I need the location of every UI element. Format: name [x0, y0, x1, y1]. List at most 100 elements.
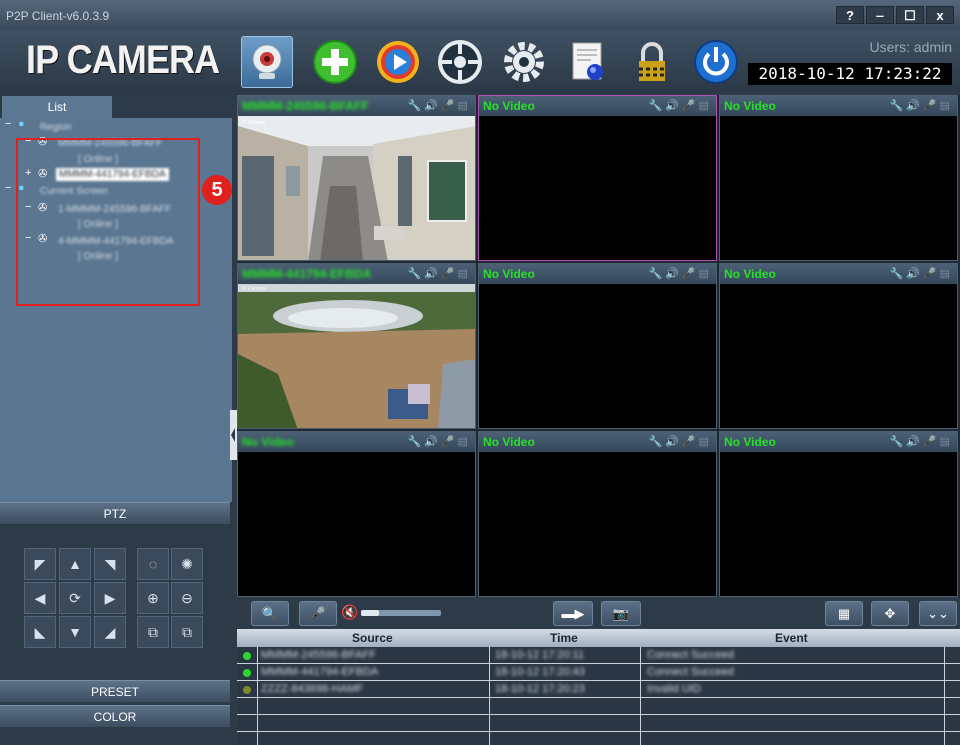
table-row[interactable]: ZZZZ-843698-HAMF 18-10-12 17:20:23 Inval… [237, 682, 960, 698]
app-logo: IP CAMERA [26, 38, 220, 82]
column-event[interactable]: Event [775, 631, 808, 645]
zoom-out-button[interactable]: ⊖ [171, 582, 203, 614]
ptz-up-left-button[interactable]: ◤ [24, 548, 56, 580]
column-source[interactable]: Source [352, 631, 393, 645]
video-cell-label: No Video [483, 99, 535, 113]
video-cell-label: No Video [483, 435, 535, 449]
cell-control-icons[interactable]: 🔧🔊🎤▤ [890, 435, 953, 448]
cell-control-icons[interactable]: 🔧🔊🎤▤ [890, 267, 953, 280]
camera-feed-pond: IP Camera [238, 284, 475, 428]
focus-far-button[interactable]: ⧉ [171, 616, 203, 648]
zoom-button[interactable]: 🔍 [251, 601, 289, 626]
ptz-left-button[interactable]: ◀ [24, 582, 56, 614]
table-row[interactable]: MMMM-245596-BFAFF 18-10-12 17:20:11 Conn… [237, 648, 960, 664]
collapse-icon[interactable]: − [5, 182, 11, 194]
preset-section-header[interactable]: PRESET [0, 680, 230, 702]
ptz-control-button[interactable] [434, 36, 486, 88]
document-icon [572, 42, 603, 80]
video-cell-2[interactable]: No Video 🔧🔊🎤▤ [478, 95, 717, 261]
video-cell-label: MMMM-441794-EFBDA [242, 267, 372, 281]
focus-near-button[interactable]: ⧉ [137, 616, 169, 648]
video-cell-9[interactable]: No Video 🔧🔊🎤▤ [719, 431, 958, 597]
ptz-down-left-button[interactable]: ◣ [24, 616, 56, 648]
globe-icon: ● [18, 118, 25, 130]
help-button[interactable]: ? [836, 6, 864, 24]
color-section-header[interactable]: COLOR [0, 705, 230, 727]
ptz-up-button[interactable]: ▲ [59, 548, 91, 580]
video-cell-label: No Video [724, 267, 776, 281]
log-time: 18-10-12 17:20:11 [495, 649, 585, 661]
video-cell-label: No Video [483, 267, 535, 281]
tree-item-region[interactable]: Region [40, 122, 72, 133]
video-cell-1[interactable]: MMMM-245596-BFAFF 🔧🔊🎤▤ IP Camera [237, 95, 476, 261]
log-header: Source Time Event [237, 629, 960, 647]
log-event: Connect Succeed [647, 666, 734, 678]
fullscreen-button[interactable]: ✥ [871, 601, 909, 626]
video-cell-4[interactable]: MMMM-441794-EFBDA 🔧🔊🎤▤ IP Camera [237, 263, 476, 429]
snapshot-button[interactable]: 📷 [601, 601, 641, 626]
cell-control-icons[interactable]: 🔧🔊🎤▤ [649, 99, 712, 112]
highlight-box [16, 138, 200, 306]
talk-button[interactable]: 🎤 [299, 601, 337, 626]
layout-button[interactable]: ▦ [825, 601, 863, 626]
iris-open-button[interactable]: ◌ [137, 548, 169, 580]
lock-icon [639, 42, 665, 81]
ptz-section-header[interactable]: PTZ [0, 502, 230, 524]
magnifier-icon: 🔍 [261, 606, 279, 621]
more-button[interactable]: ⌄⌄ [919, 601, 957, 626]
move-arrows-icon: ✥ [884, 606, 896, 621]
settings-button[interactable] [498, 36, 550, 88]
video-grid: MMMM-245596-BFAFF 🔧🔊🎤▤ IP Camera No Video… [237, 95, 960, 597]
log-event: Invalid UID [647, 683, 701, 695]
table-row [237, 699, 960, 715]
record-button[interactable]: ▬▶ [553, 601, 593, 626]
video-cell-6[interactable]: No Video 🔧🔊🎤▤ [719, 263, 958, 429]
ptz-right-button[interactable]: ▶ [94, 582, 126, 614]
lock-button[interactable] [626, 36, 678, 88]
video-cell-7[interactable]: No Video 🔧🔊🎤▤ [237, 431, 476, 597]
panel-splitter[interactable] [230, 410, 237, 460]
video-cell-8[interactable]: No Video 🔧🔊🎤▤ [478, 431, 717, 597]
log-source: MMMM-245596-BFAFF [261, 649, 376, 661]
ptz-down-right-button[interactable]: ◢ [94, 616, 126, 648]
event-log: Source Time Event MMMM-245596-BFAFF 18-1… [237, 629, 960, 745]
add-device-button[interactable] [309, 36, 361, 88]
video-cell-5[interactable]: No Video 🔧🔊🎤▤ [478, 263, 717, 429]
cell-control-icons[interactable]: 🔧🔊🎤▤ [890, 99, 953, 112]
video-record-icon: ▬▶ [561, 606, 585, 621]
ptz-up-right-button[interactable]: ◥ [94, 548, 126, 580]
video-cell-label: No Video [724, 435, 776, 449]
zoom-in-button[interactable]: ⊕ [137, 582, 169, 614]
power-icon [694, 40, 738, 84]
svg-text:IP Camera: IP Camera [242, 286, 266, 292]
play-icon [377, 41, 419, 83]
playback-button[interactable] [372, 36, 424, 88]
mute-icon[interactable]: 🔇 [341, 604, 358, 621]
ptz-reset-button[interactable]: ⟳ [59, 582, 91, 614]
cell-control-icons[interactable]: 🔧🔊🎤▤ [408, 99, 471, 112]
iris-close-button[interactable]: ✺ [171, 548, 203, 580]
video-cell-3[interactable]: No Video 🔧🔊🎤▤ [719, 95, 958, 261]
cell-control-icons[interactable]: 🔧🔊🎤▤ [649, 267, 712, 280]
close-button[interactable]: x [926, 6, 954, 24]
power-button[interactable] [690, 36, 742, 88]
ptz-pad: ◤ ▲ ◥ ◀ ⟳ ▶ ◣ ▼ ◢ ◌ ✺ ⊕ ⊖ ⧉ ⧉ [0, 526, 232, 680]
volume-slider[interactable] [361, 610, 441, 616]
camera-preview-button[interactable] [241, 36, 293, 88]
minimize-button[interactable]: ‒ [866, 6, 894, 24]
tab-list[interactable]: List [2, 96, 112, 118]
title-bar: P2P Client-v6.0.3.9 ? ‒ ☐ x [0, 0, 960, 30]
video-cell-label: No Video [724, 99, 776, 113]
log-button[interactable] [562, 36, 614, 88]
collapse-icon[interactable]: − [5, 118, 11, 130]
ptz-down-button[interactable]: ▼ [59, 616, 91, 648]
current-user: Users: admin [869, 39, 952, 55]
cell-control-icons[interactable]: 🔧🔊🎤▤ [408, 267, 471, 280]
column-time[interactable]: Time [550, 631, 578, 645]
table-row[interactable]: MMMM-441794-EFBDA 18-10-12 17:20:43 Conn… [237, 665, 960, 681]
cell-control-icons[interactable]: 🔧🔊🎤▤ [649, 435, 712, 448]
cell-control-icons[interactable]: 🔧🔊🎤▤ [408, 435, 471, 448]
grid-layout-icon: ▦ [837, 606, 851, 621]
maximize-button[interactable]: ☐ [896, 6, 924, 24]
log-time: 18-10-12 17:20:43 [495, 666, 585, 678]
